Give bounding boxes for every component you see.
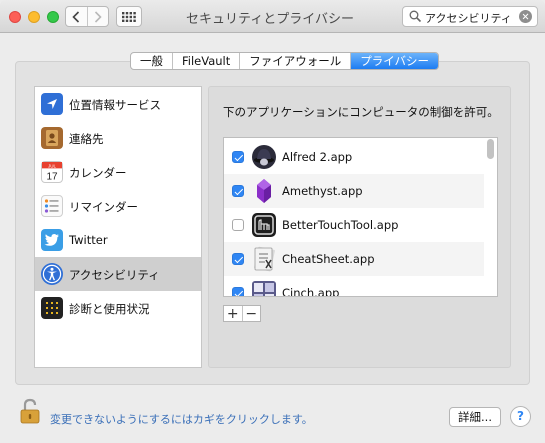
calendar-month-text: JUL xyxy=(48,163,57,168)
bettertouchtool-icon xyxy=(252,213,276,237)
cinch-grid-icon xyxy=(252,281,276,296)
search-icon xyxy=(409,10,422,23)
help-button[interactable]: ? xyxy=(510,406,531,427)
chevron-left-icon xyxy=(72,10,80,23)
clear-search-icon[interactable] xyxy=(519,10,532,23)
app-list-scrollbar[interactable] xyxy=(487,139,494,159)
grid-icon xyxy=(122,11,136,22)
title-bar: セキュリティとプライバシー アクセシビリティ xyxy=(0,0,545,33)
app-name: Amethyst.app xyxy=(282,184,363,198)
app-checkbox[interactable] xyxy=(232,287,244,296)
app-checkbox[interactable] xyxy=(232,151,244,163)
chevron-right-icon xyxy=(94,10,102,23)
list-item[interactable]: Alfred 2.app xyxy=(224,140,484,174)
alfred-hat-icon xyxy=(252,145,276,169)
sidebar-item-label: 連絡先 xyxy=(69,132,104,146)
accessibility-figure-icon xyxy=(41,263,63,285)
tab-privacy[interactable]: プライバシー xyxy=(350,53,439,69)
sidebar-item-twitter[interactable]: Twitter xyxy=(35,223,201,257)
back-forward-group xyxy=(65,6,109,27)
forward-button[interactable] xyxy=(86,7,109,26)
sidebar-item-label: カレンダー xyxy=(69,166,127,180)
app-name: BetterTouchTool.app xyxy=(282,218,399,232)
sidebar-item-reminders[interactable]: リマインダー xyxy=(35,189,201,223)
sidebar-item-label: アクセシビリティ xyxy=(69,268,160,282)
calendar-day-text: 17 xyxy=(46,171,58,182)
zoom-window-button[interactable] xyxy=(47,11,59,23)
sidebar-item-location-services[interactable]: 位置情報サービス xyxy=(35,87,201,121)
list-item[interactable]: Amethyst.app xyxy=(224,174,484,208)
app-name: Cinch.app xyxy=(282,286,340,297)
list-item[interactable]: CheatSheet.app xyxy=(224,242,484,276)
contacts-book-icon xyxy=(41,127,63,149)
sidebar-item-calendar[interactable]: JUL 17 カレンダー xyxy=(35,155,201,189)
list-item[interactable]: BetterTouchTool.app xyxy=(224,208,484,242)
amethyst-gem-icon xyxy=(257,179,271,203)
tab-general[interactable]: 一般 xyxy=(131,53,172,69)
app-checkbox[interactable] xyxy=(232,253,244,265)
add-app-button[interactable]: + xyxy=(224,306,242,321)
search-input[interactable]: アクセシビリティ xyxy=(425,10,512,26)
cheatsheet-icon xyxy=(254,246,275,272)
tab-filevault[interactable]: FileVault xyxy=(172,53,239,69)
sidebar-item-accessibility[interactable]: アクセシビリティ xyxy=(35,257,201,291)
privacy-category-list: 位置情報サービス 連絡先 JUL 17 カレンダー リマインダー Twitter… xyxy=(34,86,202,368)
sidebar-item-label: Twitter xyxy=(69,233,108,247)
window-title: セキュリティとプライバシー xyxy=(186,12,354,27)
panel-prompt: 下のアプリケーションにコンピュータの制御を許可。 xyxy=(223,105,499,119)
sidebar-item-label: リマインダー xyxy=(69,200,138,214)
sidebar-item-contacts[interactable]: 連絡先 xyxy=(35,121,201,155)
sidebar-item-label: 診断と使用状況 xyxy=(69,302,150,316)
calendar-icon: JUL 17 xyxy=(41,161,63,183)
sidebar-item-label: 位置情報サービス xyxy=(69,98,161,112)
tab-bar: 一般 FileVault ファイアウォール プライバシー xyxy=(130,52,440,70)
app-list: Alfred 2.app Amethyst.app BetterTouchToo… xyxy=(223,137,498,297)
show-all-button[interactable] xyxy=(116,6,142,27)
app-name: Alfred 2.app xyxy=(282,150,353,164)
tab-firewall[interactable]: ファイアウォール xyxy=(239,53,350,69)
app-name: CheatSheet.app xyxy=(282,252,375,266)
search-field[interactable]: アクセシビリティ xyxy=(402,6,538,27)
back-button[interactable] xyxy=(66,7,87,26)
remove-app-button[interactable]: − xyxy=(241,306,261,321)
add-remove-group: + − xyxy=(223,305,261,322)
lock-icon[interactable] xyxy=(20,398,40,424)
close-window-button[interactable] xyxy=(9,11,21,23)
twitter-bird-icon xyxy=(41,229,63,251)
diagnostics-grid-icon xyxy=(41,297,63,319)
lock-message[interactable]: 変更できないようにするにはカギをクリックします。 xyxy=(50,411,313,427)
reminders-list-icon xyxy=(41,195,63,217)
list-item[interactable]: Cinch.app xyxy=(224,276,484,297)
app-checkbox[interactable] xyxy=(232,185,244,197)
location-arrow-icon xyxy=(41,93,63,115)
details-button[interactable]: 詳細... xyxy=(449,407,501,427)
app-checkbox[interactable] xyxy=(232,219,244,231)
preferences-window: セキュリティとプライバシー アクセシビリティ 一般 FileVault ファイア… xyxy=(0,0,545,443)
minimize-window-button[interactable] xyxy=(28,11,40,23)
sidebar-item-diagnostics[interactable]: 診断と使用状況 xyxy=(35,291,201,325)
